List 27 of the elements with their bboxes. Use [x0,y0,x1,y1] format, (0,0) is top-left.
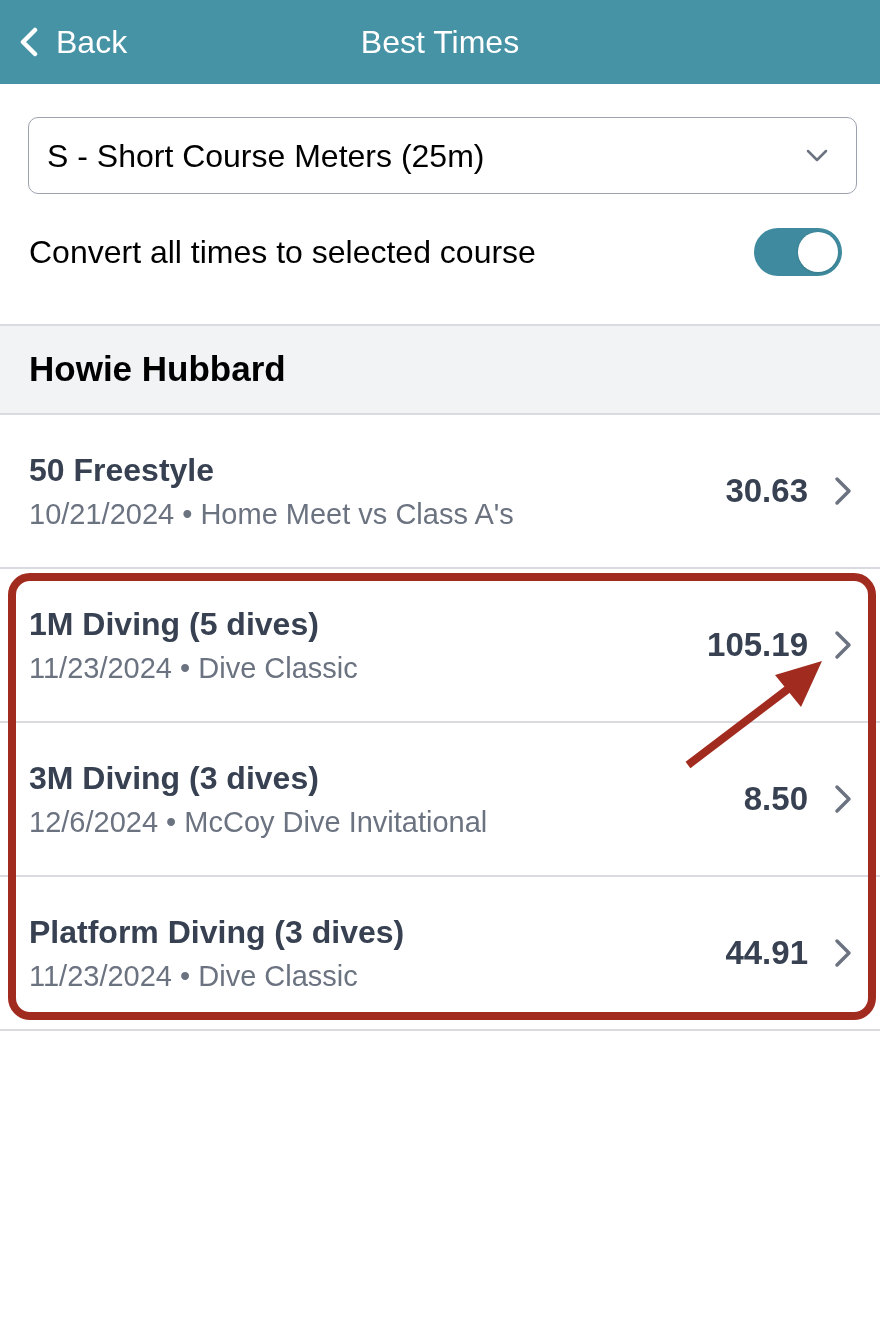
back-button[interactable]: Back [14,18,132,66]
course-select[interactable]: S - Short Course Meters (25m) [28,117,857,194]
result-row[interactable]: 50 Freestyle 10/21/2024 • Home Meet vs Class A's 30.63 [0,415,880,569]
back-chevron-icon [18,27,38,57]
result-row[interactable]: 3M Diving (3 dives) 12/6/2024 • McCoy Dive Invitational 8.50 [0,723,880,877]
convert-toggle[interactable] [754,228,842,276]
chevron-right-icon [834,938,852,968]
page-title: Best Times [360,26,520,58]
toggle-label: Convert all times to selected course [29,233,536,272]
chevron-right-icon [834,784,852,814]
result-row[interactable]: Platform Diving (3 dives) 11/23/2024 • Dive Classic 44.91 [0,877,880,1031]
event-name: 50 Freestyle [29,451,215,489]
result-subtitle: 12/6/2024 • McCoy Dive Invitational [29,805,488,839]
result-time: 30.63 [725,471,808,512]
result-subtitle: 11/23/2024 • Dive Classic [29,651,358,685]
event-name: Platform Diving (3 dives) [29,913,405,951]
event-name: 1M Diving (5 dives) [29,605,320,643]
section-header: Howie Hubbard [0,324,880,415]
result-subtitle: 11/23/2024 • Dive Classic [29,959,359,993]
result-time: 8.50 [743,779,808,820]
chevron-right-icon [834,476,852,506]
result-time: 44.91 [725,933,808,974]
chevron-down-icon [806,149,828,162]
chevron-right-icon [834,630,852,660]
result-time: 105.19 [707,625,808,666]
result-subtitle: 10/21/2024 • Home Meet vs Class A's [29,497,514,531]
event-name: 3M Diving (3 dives) [29,759,320,797]
